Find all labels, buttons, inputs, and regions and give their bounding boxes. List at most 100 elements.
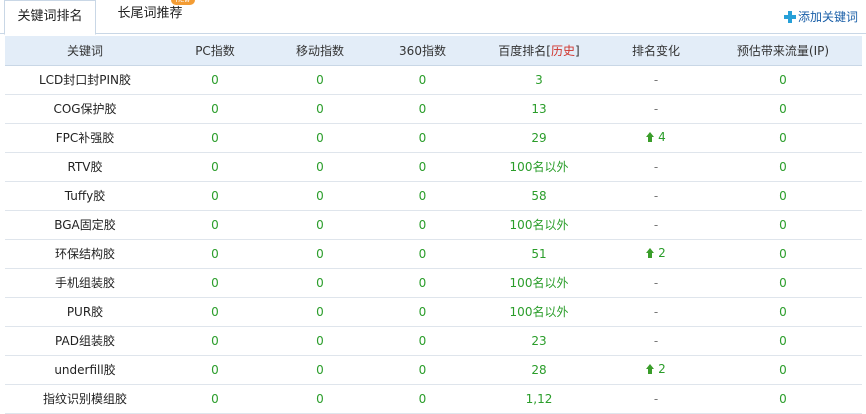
plus-icon bbox=[783, 11, 796, 23]
mobile-index-cell: 0 bbox=[265, 65, 375, 95]
new-badge: new bbox=[171, 0, 195, 5]
no-change-dash: - bbox=[653, 391, 659, 406]
keyword-cell: PAD组装胶 bbox=[5, 326, 165, 356]
no-change-dash: - bbox=[653, 101, 659, 116]
360-index-cell: 0 bbox=[375, 326, 470, 356]
table-row: 环保结构胶 0 0 0 51 2 0 bbox=[5, 239, 862, 269]
baidu-rank-cell: 29 bbox=[470, 123, 608, 153]
mobile-index-cell: 0 bbox=[265, 210, 375, 240]
history-link[interactable]: 历史 bbox=[551, 44, 575, 58]
table-row: PAD组装胶 0 0 0 23-0 bbox=[5, 326, 862, 356]
pc-index-cell: 0 bbox=[165, 123, 265, 153]
table-row: RTV胶 0 0 0 100名以外 -0 bbox=[5, 152, 862, 182]
col-mobile-index: 移动指数 bbox=[265, 36, 375, 66]
table-row: COG保护胶 0 0 0 13-0 bbox=[5, 94, 862, 124]
keyword-cell: Tuffy胶 bbox=[5, 181, 165, 211]
rank-up: 4 bbox=[646, 130, 666, 144]
rank-up-value: 4 bbox=[658, 130, 666, 144]
col-baidu-rank: 百度排名[历史] bbox=[470, 36, 608, 66]
table-row: 指纹识别模组胶 0 0 0 1,12-0 bbox=[5, 384, 862, 414]
rank-change-cell: - bbox=[608, 297, 704, 327]
keyword-cell: underfill胶 bbox=[5, 355, 165, 385]
360-index-cell: 0 bbox=[375, 384, 470, 414]
360-index-cell: 0 bbox=[375, 210, 470, 240]
pc-index-cell: 0 bbox=[165, 239, 265, 269]
mobile-index-cell: 0 bbox=[265, 239, 375, 269]
traffic-cell: 0 bbox=[704, 239, 862, 269]
rank-change-cell: - bbox=[608, 152, 704, 182]
baidu-rank-cell: 58 bbox=[470, 181, 608, 211]
keyword-cell: LCD封口封PIN胶 bbox=[5, 65, 165, 95]
baidu-rank-cell: 13 bbox=[470, 94, 608, 124]
mobile-index-cell: 0 bbox=[265, 152, 375, 182]
baidu-rank-cell: 100名以外 bbox=[470, 210, 608, 240]
pc-index-cell: 0 bbox=[165, 355, 265, 385]
traffic-cell: 0 bbox=[704, 326, 862, 356]
mobile-index-cell: 0 bbox=[265, 326, 375, 356]
traffic-cell: 0 bbox=[704, 355, 862, 385]
rank-change-cell: - bbox=[608, 384, 704, 414]
table-row: BGA固定胶 0 0 0 100名以外 -0 bbox=[5, 210, 862, 240]
rank-up: 2 bbox=[646, 362, 666, 376]
arrow-up-icon bbox=[646, 364, 655, 374]
mobile-index-cell: 0 bbox=[265, 268, 375, 298]
table-row: Tuffy胶 0 0 0 58-0 bbox=[5, 181, 862, 211]
360-index-cell: 0 bbox=[375, 123, 470, 153]
360-index-cell: 0 bbox=[375, 65, 470, 95]
table-row: LCD封口封PIN胶 0 0 0 3-0 bbox=[5, 65, 862, 95]
baidu-rank-cell: 51 bbox=[470, 239, 608, 269]
baidu-rank-cell: 1,12 bbox=[470, 384, 608, 414]
col-rank-change: 排名变化 bbox=[608, 36, 704, 66]
rank-up-value: 2 bbox=[658, 362, 666, 376]
baidu-rank-cell: 3 bbox=[470, 65, 608, 95]
mobile-index-cell: 0 bbox=[265, 355, 375, 385]
keyword-cell: FPC补强胶 bbox=[5, 123, 165, 153]
pc-index-cell: 0 bbox=[165, 152, 265, 182]
tab-bar: 关键词排名 长尾词推荐 new 添加关键词 bbox=[0, 0, 866, 35]
baidu-rank-cell: 100名以外 bbox=[470, 152, 608, 182]
pc-index-cell: 0 bbox=[165, 384, 265, 414]
mobile-index-cell: 0 bbox=[265, 181, 375, 211]
add-keyword-button[interactable]: 添加关键词 bbox=[783, 8, 858, 26]
col-estimated-traffic: 预估带来流量(IP) bbox=[704, 36, 862, 66]
360-index-cell: 0 bbox=[375, 239, 470, 269]
rank-change-cell: - bbox=[608, 65, 704, 95]
no-change-dash: - bbox=[653, 72, 659, 87]
no-change-dash: - bbox=[653, 159, 659, 174]
pc-index-cell: 0 bbox=[165, 94, 265, 124]
360-index-cell: 0 bbox=[375, 268, 470, 298]
table-row: 手机组装胶 0 0 0 100名以外 -0 bbox=[5, 268, 862, 298]
rank-up-value: 2 bbox=[658, 246, 666, 260]
traffic-cell: 0 bbox=[704, 297, 862, 327]
col-pc-index: PC指数 bbox=[165, 36, 265, 66]
keyword-cell: 手机组装胶 bbox=[5, 268, 165, 298]
col-360-index: 360指数 bbox=[375, 36, 470, 66]
col-baidu-rank-label: 百度排名[ bbox=[498, 43, 551, 58]
rank-change-cell: - bbox=[608, 268, 704, 298]
baidu-rank-cell: 23 bbox=[470, 326, 608, 356]
no-change-dash: - bbox=[653, 188, 659, 203]
traffic-cell: 0 bbox=[704, 65, 862, 95]
col-baidu-rank-close: ] bbox=[575, 43, 580, 58]
keyword-table: 关键词 PC指数 移动指数 360指数 百度排名[历史] 排名变化 预估带来流量… bbox=[5, 36, 862, 414]
traffic-cell: 0 bbox=[704, 152, 862, 182]
mobile-index-cell: 0 bbox=[265, 123, 375, 153]
no-change-dash: - bbox=[653, 217, 659, 232]
no-change-dash: - bbox=[653, 275, 659, 290]
baidu-rank-cell: 100名以外 bbox=[470, 268, 608, 298]
tab-keyword-ranking[interactable]: 关键词排名 bbox=[4, 0, 96, 35]
pc-index-cell: 0 bbox=[165, 210, 265, 240]
rank-change-cell: - bbox=[608, 326, 704, 356]
keyword-cell: BGA固定胶 bbox=[5, 210, 165, 240]
360-index-cell: 0 bbox=[375, 355, 470, 385]
baidu-rank-cell: 28 bbox=[470, 355, 608, 385]
table-row: PUR胶 0 0 0 100名以外 -0 bbox=[5, 297, 862, 327]
col-keyword: 关键词 bbox=[5, 36, 165, 66]
360-index-cell: 0 bbox=[375, 94, 470, 124]
table-header-row: 关键词 PC指数 移动指数 360指数 百度排名[历史] 排名变化 预估带来流量… bbox=[5, 36, 862, 66]
table-row: FPC补强胶 0 0 0 29 4 0 bbox=[5, 123, 862, 153]
360-index-cell: 0 bbox=[375, 181, 470, 211]
no-change-dash: - bbox=[653, 304, 659, 319]
keyword-cell: 环保结构胶 bbox=[5, 239, 165, 269]
keyword-cell: 指纹识别模组胶 bbox=[5, 384, 165, 414]
